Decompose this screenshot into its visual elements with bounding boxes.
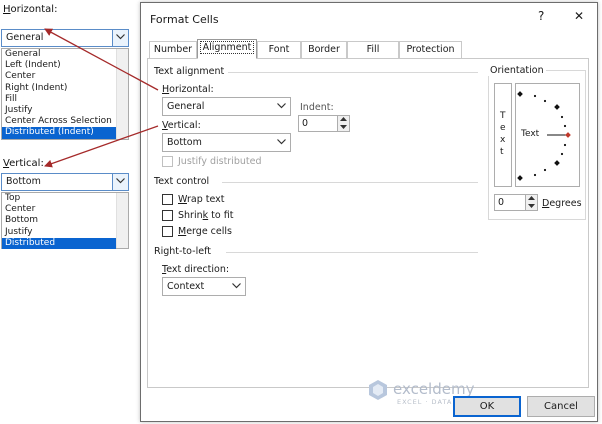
annotation-arrows (44, 28, 159, 168)
arrow-to-horizontal-callout (44, 28, 159, 91)
arrow-to-vertical-callout (44, 125, 159, 168)
